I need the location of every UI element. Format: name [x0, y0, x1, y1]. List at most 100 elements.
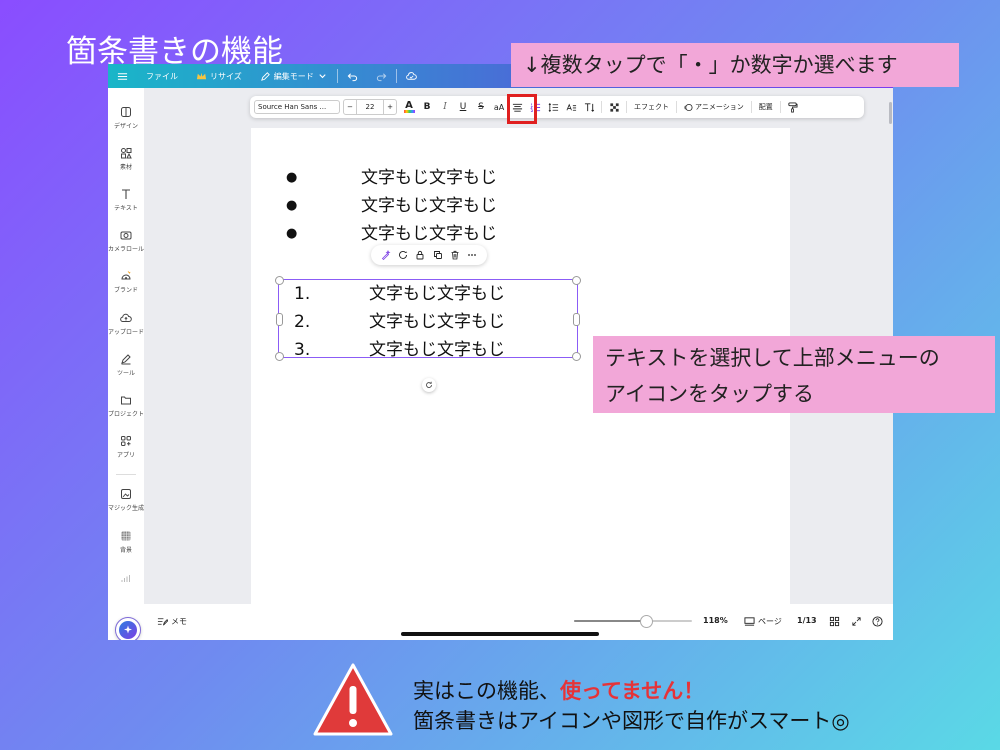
list-item-text: 文字もじ文字もじ	[369, 340, 505, 360]
help-icon	[872, 616, 883, 627]
sidebar-item-label: ツール	[116, 370, 135, 377]
elements-icon	[121, 148, 132, 159]
edit-mode-button[interactable]: 編集モード	[251, 71, 337, 82]
sidebar-item-label: ブランド	[113, 287, 138, 294]
text-color-label: A	[405, 99, 413, 111]
font-size-decrease-button[interactable]: −	[344, 103, 356, 111]
sidebar-divider	[116, 474, 136, 475]
text-color-button[interactable]: A	[400, 98, 418, 116]
vertical-text-button[interactable]	[580, 98, 598, 116]
comment-icon[interactable]	[398, 250, 408, 260]
sidebar-item-camera-roll[interactable]: カメラロール	[108, 229, 144, 253]
vertical-scrollbar[interactable]	[889, 102, 892, 124]
warning-triangle-icon	[313, 663, 393, 736]
chart-icon	[121, 575, 130, 582]
letter-spacing-icon	[566, 103, 576, 111]
list-item-text: 文字もじ文字もじ	[369, 284, 505, 304]
position-button[interactable]: 配置	[755, 102, 777, 112]
resize-handle-bottom-right[interactable]	[572, 352, 581, 361]
text-icon	[122, 189, 130, 199]
fullscreen-button[interactable]	[851, 616, 862, 627]
rotate-handle[interactable]	[422, 378, 436, 392]
menu-button[interactable]	[108, 71, 137, 82]
notes-button[interactable]: メモ	[157, 616, 187, 627]
crown-icon	[196, 72, 207, 79]
trash-icon[interactable]	[450, 250, 460, 260]
resize-handle-left[interactable]	[276, 313, 283, 326]
bold-button[interactable]: B	[418, 98, 436, 116]
sidebar-item-more[interactable]	[108, 572, 144, 587]
transparency-button[interactable]	[605, 98, 623, 116]
sidebar-item-label: アプリ	[116, 452, 135, 459]
animation-button[interactable]: アニメーション	[680, 102, 748, 112]
list-item-text: 文字もじ文字もじ	[369, 312, 505, 332]
callout-right-line-1: テキストを選択して上部メニューの	[605, 346, 940, 370]
pages-button[interactable]: ページ	[744, 616, 782, 627]
font-family-select[interactable]: Source Han Sans ...	[254, 100, 340, 114]
zoom-slider-fill	[574, 620, 645, 622]
sidebar-item-projects[interactable]: プロジェクト	[108, 394, 144, 418]
element-floating-toolbar	[371, 245, 487, 265]
line-spacing-button[interactable]	[544, 98, 562, 116]
chevron-down-icon	[319, 73, 326, 78]
sidebar-item-apps[interactable]: アプリ	[108, 435, 144, 459]
undo-button[interactable]	[338, 71, 367, 82]
folder-icon	[121, 396, 131, 405]
resize-handle-bottom-left[interactable]	[275, 352, 284, 361]
effects-button[interactable]: エフェクト	[630, 102, 673, 112]
strikethrough-button[interactable]: S	[472, 98, 490, 116]
sidebar-item-design[interactable]: デザイン	[108, 106, 144, 130]
sidebar-item-upload[interactable]: アップロード	[108, 312, 144, 336]
bullet-marker: ●	[286, 198, 298, 213]
cloud-icon	[405, 71, 417, 80]
paint-roller-icon	[788, 101, 798, 112]
magic-assistant-button[interactable]	[115, 617, 141, 640]
sidebar-item-brand[interactable]: ブランド	[108, 270, 144, 294]
file-menu[interactable]: ファイル	[137, 71, 187, 82]
sidebar-item-background[interactable]: 背景	[108, 530, 144, 554]
redo-button[interactable]	[367, 71, 396, 82]
resize-handle-top-left[interactable]	[275, 276, 284, 285]
resize-label: リサイズ	[210, 71, 242, 81]
zoom-slider[interactable]	[574, 615, 692, 628]
copy-style-button[interactable]	[784, 98, 802, 116]
toolbar-divider	[676, 101, 677, 113]
italic-button[interactable]: I	[436, 98, 454, 116]
pages-icon	[744, 617, 755, 626]
sidebar-item-tools[interactable]: ツール	[108, 353, 144, 377]
pencil-icon	[260, 71, 270, 81]
sidebar-item-elements[interactable]: 素材	[108, 147, 144, 171]
help-button[interactable]	[872, 616, 883, 627]
lock-icon[interactable]	[415, 250, 425, 260]
underline-button[interactable]: U	[454, 98, 472, 116]
left-sidebar: デザイン 素材 テキスト カメラロール ブランド アップロード ツール プロジェ…	[108, 88, 144, 640]
duplicate-icon[interactable]	[433, 250, 443, 260]
magic-pen-icon[interactable]	[381, 250, 391, 260]
sidebar-item-magic-generate[interactable]: マジック生成	[108, 488, 144, 512]
sparkle-icon	[124, 625, 132, 634]
font-size-stepper: − 22 +	[343, 99, 397, 115]
cloud-sync-button[interactable]	[397, 71, 426, 82]
resize-button[interactable]: リサイズ	[187, 71, 251, 82]
transparency-icon	[609, 102, 619, 112]
zoom-level[interactable]: 118%	[703, 616, 728, 625]
animation-label: アニメーション	[695, 103, 744, 111]
resize-handle-top-right[interactable]	[572, 276, 581, 285]
callout-right-line-2: アイコンをタップする	[605, 382, 814, 406]
zoom-slider-handle[interactable]	[639, 615, 653, 628]
apps-icon	[121, 436, 131, 446]
footer-line-1-emphasis: 使ってません！	[560, 679, 705, 703]
bullet-marker: ●	[286, 226, 298, 241]
more-icon[interactable]	[467, 250, 477, 260]
page-counter[interactable]: 1/13	[797, 616, 817, 625]
sidebar-item-text[interactable]: テキスト	[108, 188, 144, 212]
list-item-text: 文字もじ文字もじ	[361, 168, 497, 188]
grid-view-button[interactable]	[829, 616, 840, 627]
letter-case-button[interactable]: aA	[490, 98, 508, 116]
font-size-input[interactable]: 22	[356, 100, 384, 114]
undo-icon	[347, 72, 357, 81]
text-spacing-button[interactable]	[562, 98, 580, 116]
font-size-increase-button[interactable]: +	[384, 103, 396, 111]
camera-icon	[120, 231, 132, 240]
resize-handle-right[interactable]	[573, 313, 580, 326]
